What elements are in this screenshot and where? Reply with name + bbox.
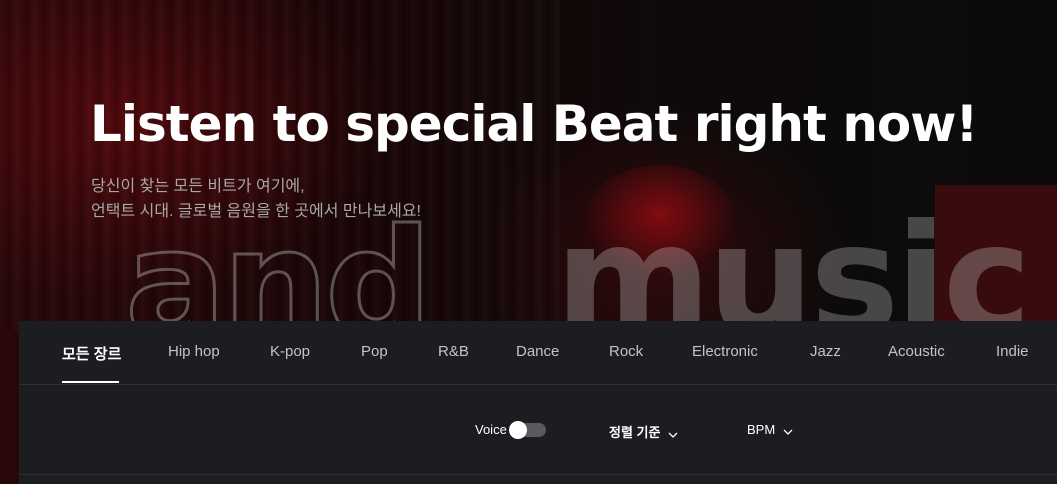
tab-rock[interactable]: Rock xyxy=(609,343,643,360)
hero-subtitle-line-2: 언택트 시대. 글로벌 음원을 한 곳에서 만나보세요! xyxy=(91,203,421,220)
voice-toggle-knob xyxy=(509,421,527,439)
filter-controls: Voice 정렬 기준 BPM xyxy=(19,385,1057,475)
active-tab-indicator xyxy=(62,381,119,383)
tab-pop[interactable]: Pop xyxy=(361,343,388,360)
chevron-down-icon xyxy=(668,426,678,441)
tab-rnb[interactable]: R&B xyxy=(438,343,469,360)
tab-electronic[interactable]: Electronic xyxy=(692,343,758,360)
hero-subtitle-line-1: 당신이 찾는 모든 비트가 여기에, xyxy=(91,178,305,195)
chevron-down-icon xyxy=(783,423,793,438)
genre-filter-panel: 모든 장르 Hip hop K-pop Pop R&B Dance Rock E… xyxy=(19,321,1057,484)
tab-all-genres[interactable]: 모든 장르 xyxy=(62,343,121,364)
sort-dropdown-label: 정렬 기준 xyxy=(609,425,661,440)
voice-label: Voice xyxy=(475,422,507,437)
bpm-dropdown-label: BPM xyxy=(747,422,776,437)
tab-k-pop[interactable]: K-pop xyxy=(270,343,310,360)
tab-acoustic[interactable]: Acoustic xyxy=(888,343,945,360)
genre-tabs: 모든 장르 Hip hop K-pop Pop R&B Dance Rock E… xyxy=(19,321,1057,385)
tab-jazz[interactable]: Jazz xyxy=(810,343,841,360)
voice-toggle[interactable] xyxy=(509,421,546,439)
bpm-dropdown[interactable]: BPM xyxy=(747,422,793,438)
hero-title: Listen to special Beat right now! xyxy=(90,95,978,153)
hero-subtitle: 당신이 찾는 모든 비트가 여기에, 언택트 시대. 글로벌 음원을 한 곳에서… xyxy=(91,174,421,224)
tab-indie[interactable]: Indie xyxy=(996,343,1029,360)
tab-hip-hop[interactable]: Hip hop xyxy=(168,343,220,360)
tab-dance[interactable]: Dance xyxy=(516,343,559,360)
sort-dropdown[interactable]: 정렬 기준 xyxy=(609,422,678,441)
